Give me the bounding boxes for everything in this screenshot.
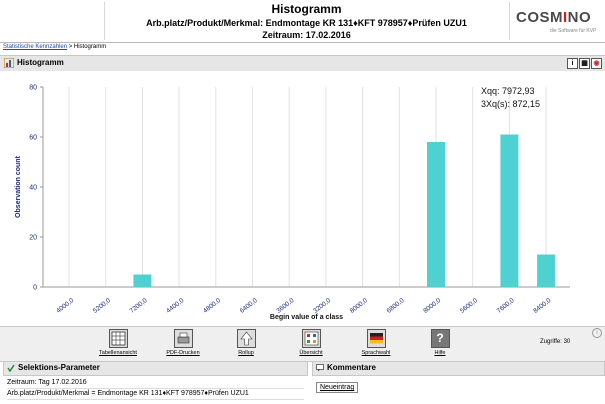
breadcrumb-link-kennzahlen[interactable]: Statistische Kennzahlen	[3, 44, 67, 50]
histogram-chart-area: 0 20 40 60 80 4000,0 5200,0 7200,0 4400,0 4800,0 6…	[0, 71, 605, 325]
info-icon[interactable]: i	[567, 58, 578, 69]
selection-panel-header: Selektions-Parameter	[3, 361, 308, 376]
breadcrumb-separator: >	[67, 44, 74, 50]
x-tick-label: 4000,0	[55, 297, 75, 315]
logo-text: COSMINO	[516, 9, 592, 26]
y-tick-label: 40	[29, 185, 37, 192]
overview-label: Übersicht	[299, 350, 323, 356]
action-toolbar: Tabellenansicht PDF-Drucken Rollup Übers…	[0, 326, 605, 362]
x-tick-label: 6400,0	[239, 297, 259, 315]
histogram-bar	[537, 254, 556, 287]
new-entry-button[interactable]: Neueintrag	[316, 382, 359, 393]
overview-button[interactable]: Übersicht	[284, 329, 338, 356]
param-zeitraum: Zeitraum: Tag 17.02.2016	[7, 379, 87, 386]
y-tick-label: 20	[29, 235, 37, 242]
histogram-panel-header: Histogramm i ▦ ◉	[0, 55, 605, 72]
x-axis-title: Begin value of a class	[270, 314, 343, 321]
selection-params: Zeitraum: Tag 17.02.2016 Arb.platz/Produ…	[3, 376, 308, 402]
y-tick-label: 0	[33, 285, 37, 292]
settings-icon[interactable]: ◉	[591, 58, 602, 69]
help-icon: ?	[430, 329, 450, 348]
printer-icon	[173, 329, 193, 348]
rollup-label: Rollup	[238, 350, 254, 356]
rollup-button[interactable]: Rollup	[219, 329, 273, 356]
page-title: Histogramm	[271, 2, 342, 16]
table-icon	[108, 329, 128, 348]
help-button[interactable]: ? Hilfe	[413, 329, 467, 356]
x-tick-label: 7200,0	[129, 297, 149, 315]
x-tick-label: 3600,0	[275, 297, 295, 315]
y-tick-label: 60	[29, 135, 37, 142]
export-icon[interactable]: ▦	[579, 58, 590, 69]
report-header: Histogramm Arb.platz/Produkt/Merkmal: En…	[0, 0, 605, 43]
header-selection-line: Arb.platz/Produkt/Merkmal: Endmontage KR…	[146, 18, 467, 28]
header-titles: Histogramm Arb.platz/Produkt/Merkmal: En…	[104, 2, 509, 41]
histogram-bar	[500, 134, 519, 287]
x-tick-label: 3200,0	[312, 297, 332, 315]
table-view-label: Tabellenansicht	[99, 350, 137, 356]
flag-icon	[366, 329, 386, 348]
checkmark-icon	[7, 364, 15, 372]
histogram-bar	[133, 274, 152, 287]
overview-icon	[301, 329, 321, 348]
table-view-button[interactable]: Tabellenansicht	[91, 329, 145, 356]
language-button[interactable]: Sprachwahl	[349, 329, 403, 356]
x-tick-label: 8000,0	[422, 297, 442, 315]
x-tick-label: 6800,0	[386, 297, 406, 315]
pdf-print-label: PDF-Drucken	[166, 350, 200, 356]
access-count: Zugriffe: 30	[540, 339, 571, 345]
logo-tagline: die Software für KVP	[550, 28, 597, 34]
logo: COSMINO die Software für KVP	[509, 2, 602, 40]
arrow-up-icon	[236, 329, 256, 348]
pdf-print-button[interactable]: PDF-Drucken	[156, 329, 210, 356]
language-label: Sprachwahl	[361, 350, 391, 356]
breadcrumb: Statistische Kennzahlen > Histogramm	[3, 44, 106, 50]
histogram-chart: 0 20 40 60 80 4000,0 5200,0 7200,0 4400,0 4800,0 6…	[15, 85, 570, 321]
comment-icon	[316, 364, 324, 372]
x-tick-label: 4400,0	[165, 297, 185, 315]
x-tick-label: 5600,0	[459, 297, 479, 315]
selection-panel: Selektions-Parameter Zeitraum: Tag 17.02…	[3, 361, 308, 404]
histogram-bar	[427, 142, 445, 287]
panel-title: Histogramm	[17, 58, 64, 67]
x-tick-label: 4800,0	[202, 297, 222, 315]
header-left-blank	[4, 2, 105, 40]
param-merkmal: Arb.platz/Produkt/Merkmal = Endmontage K…	[7, 388, 304, 400]
breadcrumb-current: Histogramm	[73, 44, 107, 50]
comments-title: Kommentare	[327, 363, 376, 372]
help-label: Hilfe	[434, 350, 446, 356]
comments-panel-header: Kommentare	[312, 361, 605, 376]
selection-title: Selektions-Parameter	[18, 363, 100, 372]
stat-annotation: 3Xq(s): 872,15	[481, 99, 540, 109]
info-circle-icon[interactable]: i	[592, 328, 602, 338]
header-period-line: Zeitraum: 17.02.2016	[262, 30, 351, 40]
x-tick-label: 5200,0	[92, 297, 112, 315]
histogram-icon	[4, 58, 14, 68]
y-tick-label: 80	[29, 85, 37, 92]
x-tick-label: 8400,0	[532, 297, 552, 315]
stat-annotation: Xqq: 7972,93	[481, 86, 535, 96]
x-tick-label: 8000,0	[349, 297, 369, 315]
comments-panel: Kommentare Neueintrag	[312, 361, 605, 404]
x-tick-label: 7600,0	[496, 297, 516, 315]
y-axis-title: Observation count	[15, 155, 22, 218]
